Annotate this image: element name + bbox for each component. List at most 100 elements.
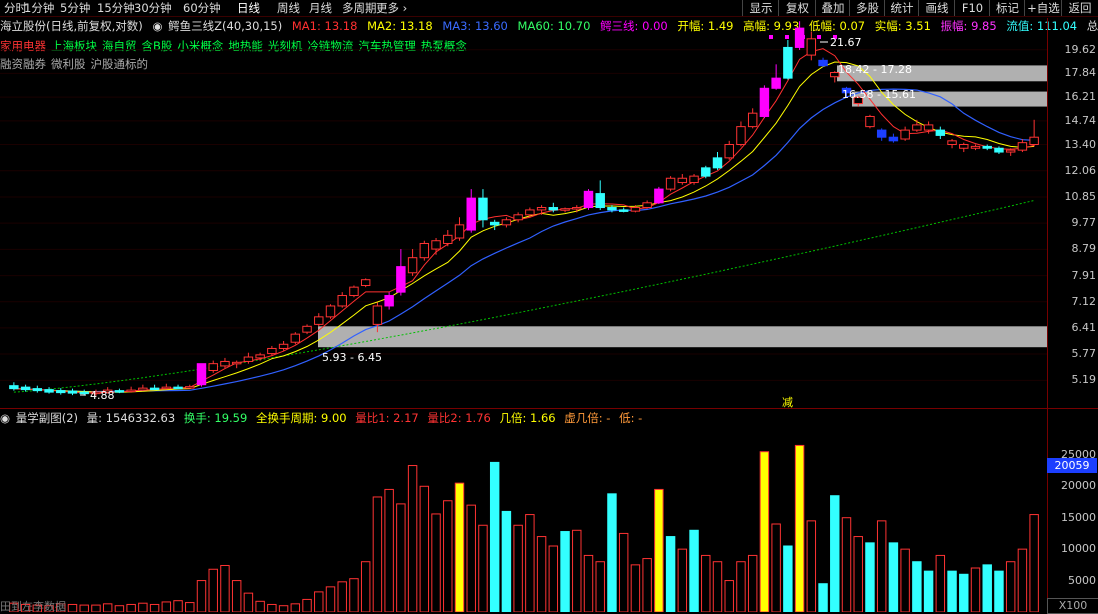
candle-81 <box>959 142 969 153</box>
candle-38 <box>454 217 465 241</box>
candle-body-74 <box>876 129 887 138</box>
toolbar-button-0[interactable]: 显示 <box>742 0 779 16</box>
candle-47 <box>560 207 570 213</box>
candle-34 <box>407 249 418 276</box>
candle-75 <box>888 133 899 143</box>
period-tab-4[interactable]: 30分钟 <box>134 1 172 15</box>
candle-32 <box>384 292 394 310</box>
zone3-label: 5.93 - 6.45 <box>322 351 382 364</box>
volume-bar-72 <box>853 536 863 612</box>
candle-36 <box>431 238 441 255</box>
volume-bar-81 <box>959 573 969 612</box>
volume-bar-20 <box>243 592 254 612</box>
price-tick-7: 9.77 <box>1071 216 1097 230</box>
period-tab-2[interactable]: 5分钟 <box>60 1 90 15</box>
period-tab-8[interactable]: 月线 <box>309 1 332 15</box>
volume-panel-title[interactable]: 量学副图(2) <box>16 411 78 425</box>
volume-bar-79 <box>935 554 946 612</box>
volume-bar-69 <box>818 583 828 612</box>
candle-body-54 <box>642 202 652 209</box>
volume-bar-82 <box>970 567 981 612</box>
candle-body-21 <box>255 354 265 359</box>
candle-60 <box>712 152 723 170</box>
candle-12 <box>149 384 160 391</box>
volume-chart[interactable] <box>0 426 1047 612</box>
volume-bar-52 <box>618 532 629 612</box>
candle-body-9 <box>114 390 125 393</box>
candle-body-44 <box>525 209 535 216</box>
period-tab-3[interactable]: 15分钟 <box>97 1 135 15</box>
candle-61 <box>724 140 734 160</box>
toolbar-button-3[interactable]: 多股 <box>849 0 885 16</box>
toolbar-button-1[interactable]: 复权 <box>778 0 816 16</box>
candle-10 <box>126 386 136 393</box>
candle-54 <box>642 200 652 209</box>
volume-panel-icon[interactable]: ◉ <box>0 411 10 425</box>
volume-bar-68 <box>806 520 817 612</box>
volume-bar-30 <box>360 561 371 612</box>
candle-body-64 <box>759 87 770 117</box>
candle-17 <box>208 360 218 373</box>
volume-bar-57 <box>677 548 688 612</box>
candle-body-61 <box>724 144 734 159</box>
candle-body-62 <box>736 126 746 146</box>
volume-bar-66 <box>783 545 793 612</box>
period-tab-7[interactable]: 周线 <box>277 1 300 15</box>
period-tab-1[interactable]: 1分钟 <box>24 1 54 15</box>
candle-9 <box>114 388 125 394</box>
low-value: 低: - <box>619 411 643 425</box>
candle-13 <box>161 383 172 390</box>
price-tick-0: 19.62 <box>1064 42 1097 56</box>
volume-bar-65 <box>771 523 781 612</box>
period-tab-10[interactable]: 更多 › <box>376 1 407 15</box>
candle-body-42 <box>501 219 512 226</box>
ratio2-value: 量比2: 1.76 <box>427 411 491 425</box>
candle-body-27 <box>325 305 336 318</box>
candle-body-45 <box>536 207 547 211</box>
candle-50 <box>595 180 605 210</box>
top-marker-3 <box>817 35 821 39</box>
period-tab-5[interactable]: 60分钟 <box>183 1 221 15</box>
period-toolbar: 分时 1分钟 5分钟 15分钟 30分钟 60分钟 日线 周线 月线 多周期 更多 › 显示 复权 叠加多… <box>0 0 1098 17</box>
candle-body-17 <box>208 363 218 371</box>
volume-bar-67 <box>794 444 805 612</box>
candle-body-19 <box>231 361 242 365</box>
candle-body-15 <box>185 386 195 389</box>
top-marker-2 <box>801 35 805 39</box>
volume-bar-36 <box>431 513 441 612</box>
volume-bar-19 <box>231 580 242 612</box>
toolbar-button-6[interactable]: F10 <box>954 0 990 16</box>
vol-value: 量: 1546332.63 <box>86 411 176 425</box>
top-marker-0 <box>769 35 773 39</box>
reduce-label: 减 <box>782 396 793 408</box>
total-value[interactable]: 总值◇ <box>1087 19 1098 33</box>
candle-body-76 <box>900 129 910 140</box>
candle-52 <box>618 207 629 213</box>
current-volume-label: 20059 <box>1047 458 1097 473</box>
volume-bar-75 <box>888 542 899 612</box>
toolbar-button-2[interactable]: 叠加 <box>815 0 850 16</box>
toolbar-button-5[interactable]: 画线 <box>918 0 955 16</box>
candle-body-38 <box>454 224 465 239</box>
period-tab-9[interactable]: 多周期 <box>342 1 377 15</box>
candle-body-14 <box>173 386 183 390</box>
volume-bar-62 <box>736 561 746 612</box>
volume-header: ◉ 量学副图(2) 量: 1546332.63 换手: 19.59 全换手周期:… <box>0 410 647 426</box>
volume-bar-11 <box>138 602 148 612</box>
toolbar-button-4[interactable]: 统计 <box>884 0 919 16</box>
turnover-value: 换手: 19.59 <box>183 411 248 425</box>
toolbar-button-9[interactable]: 返回 <box>1061 0 1098 16</box>
kline-chart[interactable]: 4.88 21.67 18.42 - 17.28 16.58 - 15.61 5.93 … <box>0 16 1047 408</box>
price-tick-10: 7.12 <box>1071 294 1097 308</box>
full-turn-value: 全换手周期: 9.00 <box>255 411 347 425</box>
toolbar-button-7[interactable]: 标记 <box>989 0 1025 16</box>
high-mark-label: 21.67 <box>830 36 862 49</box>
volume-bar-17 <box>208 568 218 612</box>
candle-body-26 <box>314 316 324 325</box>
candle-body-18 <box>220 360 230 367</box>
period-tab-6[interactable]: 日线 <box>237 1 260 15</box>
toolbar-button-8[interactable]: +自选 <box>1024 0 1062 16</box>
volume-bar-49 <box>583 554 594 612</box>
candle-56 <box>665 176 676 192</box>
volume-bar-70 <box>830 495 840 612</box>
